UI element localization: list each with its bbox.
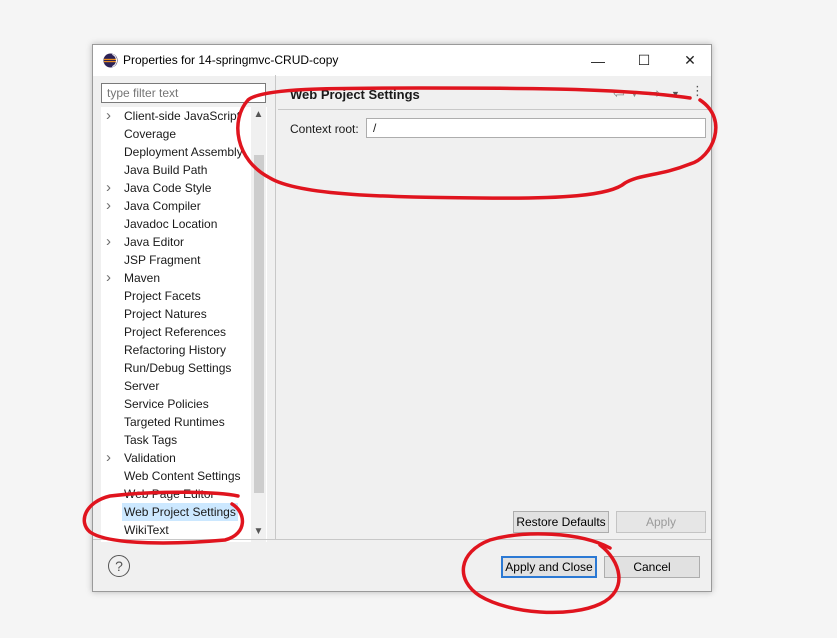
back-arrow-icon[interactable]: ⇦ [613, 85, 625, 102]
sidebar-item-label: Client-side JavaScript [124, 109, 241, 123]
sidebar-item-label: Validation [124, 451, 176, 465]
expand-chevron-icon[interactable]: › [106, 179, 116, 197]
sidebar-item-targeted-runtimes[interactable]: Targeted Runtimes [101, 413, 251, 431]
window-title: Properties for 14-springmvc-CRUD-copy [123, 53, 339, 67]
sidebar-item-web-page-editor[interactable]: Web Page Editor [101, 485, 251, 503]
minimize-button[interactable]: — [575, 45, 621, 76]
sidebar-item-client-side-javascript[interactable]: › Client-side JavaScript [101, 107, 251, 125]
sidebar-item-java-editor[interactable]: › Java Editor [101, 233, 251, 251]
expand-chevron-icon[interactable]: › [106, 107, 116, 125]
sidebar-item-label: Maven [124, 271, 161, 285]
sidebar-item-web-project-settings[interactable]: Web Project Settings [101, 503, 251, 521]
sidebar-item-run-debug-settings[interactable]: Run/Debug Settings [101, 359, 251, 377]
sidebar-item-label: Java Build Path [124, 163, 208, 177]
sidebar-item-label: Coverage [124, 127, 177, 141]
back-menu-chevron-icon[interactable]: ▼ [630, 89, 639, 99]
sidebar-item-service-policies[interactable]: Service Policies [101, 395, 251, 413]
properties-dialog: Properties for 14-springmvc-CRUD-copy — … [92, 44, 712, 592]
scroll-down-icon[interactable]: ▼ [251, 526, 266, 540]
more-options-icon[interactable]: ⋮ [691, 83, 704, 99]
maximize-icon: ☐ [637, 52, 651, 68]
sidebar-item-validation[interactable]: › Validation [101, 449, 251, 467]
forward-arrow-icon[interactable]: ⇨ [649, 85, 661, 102]
sidebar-item-label: Java Code Style [124, 181, 212, 195]
help-icon[interactable]: ? [108, 555, 130, 577]
sidebar-item-label: WikiText [124, 523, 169, 537]
title-bar[interactable]: Properties for 14-springmvc-CRUD-copy — … [93, 45, 711, 76]
context-root-label: Context root: [290, 122, 359, 136]
sidebar-item-project-natures[interactable]: Project Natures [101, 305, 251, 323]
sidebar-item-java-compiler[interactable]: › Java Compiler [101, 197, 251, 215]
expand-chevron-icon[interactable]: › [106, 269, 116, 287]
sidebar-item-label: Service Policies [124, 397, 209, 411]
context-root-input[interactable]: / [366, 118, 706, 138]
sidebar-item-label: Targeted Runtimes [124, 415, 225, 429]
page-title: Web Project Settings [290, 87, 420, 102]
sidebar-item-label: Web Page Editor [124, 487, 215, 501]
minimize-icon: — [591, 52, 605, 69]
sidebar-item-label: Java Editor [124, 235, 185, 249]
sidebar-item-coverage[interactable]: Coverage [101, 125, 251, 143]
scroll-up-icon[interactable]: ▲ [251, 109, 266, 123]
sidebar-item-project-references[interactable]: Project References [101, 323, 251, 341]
filter-input[interactable] [101, 83, 266, 103]
expand-chevron-icon[interactable]: › [106, 233, 116, 251]
sidebar-item-label: Project References [124, 325, 227, 339]
sidebar-item-label: Web Content Settings [124, 469, 241, 483]
sidebar-item-label: Deployment Assembly [124, 145, 243, 159]
expand-chevron-icon[interactable]: › [106, 449, 116, 467]
sidebar-item-java-code-style[interactable]: › Java Code Style [101, 179, 251, 197]
sidebar-item-label: JSP Fragment [124, 253, 201, 267]
sidebar-item-refactoring-history[interactable]: Refactoring History [101, 341, 251, 359]
sidebar-item-jsp-fragment[interactable]: JSP Fragment [101, 251, 251, 269]
sidebar-item-label: Javadoc Location [124, 217, 218, 231]
forward-menu-chevron-icon[interactable]: ▼ [671, 89, 680, 99]
sidebar-item-label: Project Natures [124, 307, 207, 321]
tree-scrollbar[interactable]: ▲ ▼ [251, 107, 266, 542]
sidebar-item-server[interactable]: Server [101, 377, 251, 395]
sidebar-item-label: Run/Debug Settings [124, 361, 232, 375]
sidebar-item-project-facets[interactable]: Project Facets [101, 287, 251, 305]
maximize-button[interactable]: ☐ [621, 45, 667, 76]
scroll-thumb[interactable] [254, 155, 264, 493]
eclipse-icon [103, 53, 118, 68]
sidebar-item-label: Server [124, 379, 160, 393]
sidebar-item-task-tags[interactable]: Task Tags [101, 431, 251, 449]
apply-button[interactable]: Apply [616, 511, 706, 533]
sidebar-item-label: Refactoring History [124, 343, 227, 357]
sidebar-item-java-build-path[interactable]: Java Build Path [101, 161, 251, 179]
close-button[interactable]: ✕ [667, 45, 713, 76]
sidebar-item-deployment-assembly[interactable]: Deployment Assembly [101, 143, 251, 161]
expand-chevron-icon[interactable]: › [106, 197, 116, 215]
sidebar-item-maven[interactable]: › Maven [101, 269, 251, 287]
panel-splitter[interactable] [275, 75, 276, 539]
property-page-tree: › Client-side JavaScript Coverage Deploymen… [101, 107, 267, 542]
apply-and-close-button[interactable]: Apply and Close [501, 556, 597, 578]
sidebar-item-web-content-settings[interactable]: Web Content Settings [101, 467, 251, 485]
footer-separator [93, 539, 711, 540]
sidebar-item-label: Java Compiler [124, 199, 201, 213]
sidebar-item-label: Project Facets [124, 289, 201, 303]
title-separator [278, 109, 708, 110]
close-icon: ✕ [684, 52, 696, 68]
restore-defaults-button[interactable]: Restore Defaults [513, 511, 609, 533]
sidebar-item-wikitext[interactable]: WikiText [101, 521, 251, 539]
sidebar-item-label: Task Tags [124, 433, 178, 447]
sidebar-item-javadoc-location[interactable]: Javadoc Location [101, 215, 251, 233]
sidebar-item-label: Web Project Settings [122, 503, 238, 521]
cancel-button[interactable]: Cancel [604, 556, 700, 578]
